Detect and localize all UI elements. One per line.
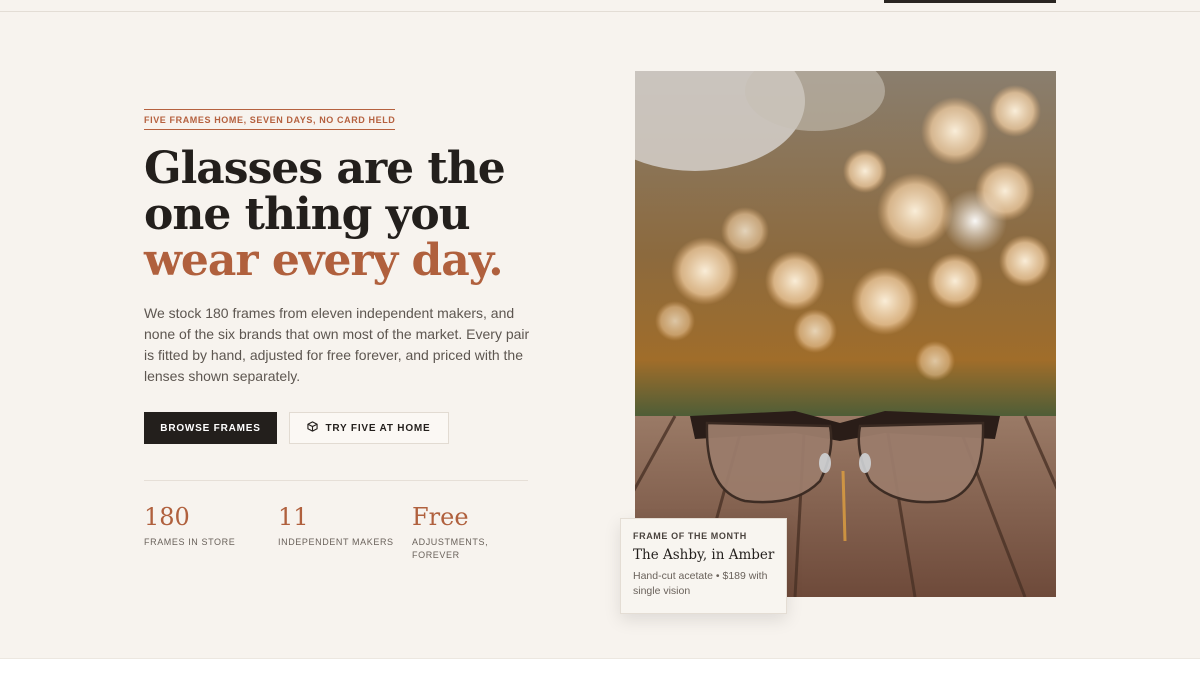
hero-headline: Glasses are the one thing you wear every… <box>144 146 604 284</box>
headline-accent: wear every day. <box>144 235 504 286</box>
next-section-edge <box>0 658 1200 675</box>
hero-description: We stock 180 frames from eleven independ… <box>144 305 530 384</box>
card-kicker: FRAME OF THE MONTH <box>633 531 747 541</box>
stat-label: FRAMES IN STORE <box>144 537 236 547</box>
browse-frames-label: BROWSE FRAMES <box>160 422 261 434</box>
top-divider <box>0 11 1200 12</box>
frame-of-month-card[interactable]: FRAME OF THE MONTH The Ashby, in Amber H… <box>620 518 787 614</box>
stat-frames: 180 FRAMES IN STORE <box>144 503 235 549</box>
headline-line-1: Glasses are the <box>144 143 506 194</box>
stat-label: INDEPENDENT MAKERS <box>278 537 394 547</box>
stat-value: 180 <box>144 503 190 531</box>
try-at-home-label: TRY FIVE AT HOME <box>325 422 431 434</box>
try-at-home-button[interactable]: TRY FIVE AT HOME <box>289 412 449 444</box>
headline-line-2: one thing you <box>144 189 471 240</box>
stat-adjustments: Free ADJUSTMENTS, FOREVER <box>412 503 502 562</box>
header-cta-edge[interactable] <box>884 0 1056 3</box>
hero-eyebrow: FIVE FRAMES HOME, SEVEN DAYS, NO CARD HE… <box>144 109 396 130</box>
stat-label: ADJUSTMENTS, FOREVER <box>412 537 489 560</box>
browse-frames-button[interactable]: BROWSE FRAMES <box>144 412 277 444</box>
stats-divider <box>144 480 528 481</box>
card-description: Hand-cut acetate • $189 with single visi… <box>633 570 768 597</box>
stat-value: 11 <box>278 503 309 531</box>
box-icon <box>307 421 319 435</box>
stat-makers: 11 INDEPENDENT MAKERS <box>278 503 394 549</box>
stat-value: Free <box>412 503 469 531</box>
card-title: The Ashby, in Amber <box>633 547 775 563</box>
